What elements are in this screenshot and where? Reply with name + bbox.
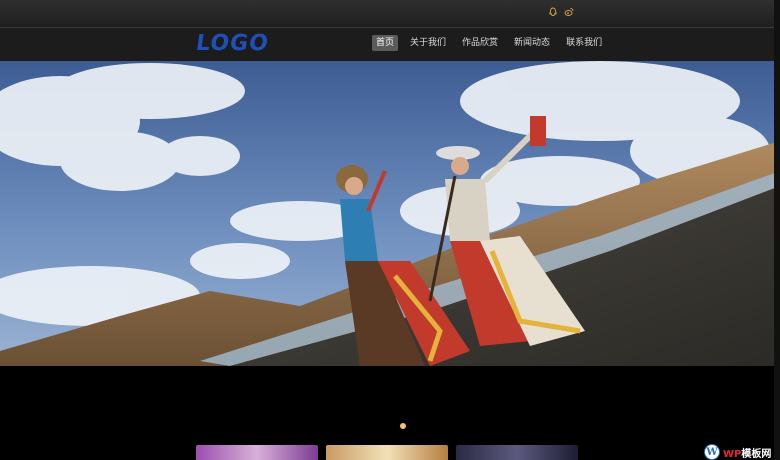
main-navbar: LOGO 首页 关于我们 作品欣赏 新闻动态 联系我们 (0, 27, 780, 62)
wp-badge-suffix: 模板网 (741, 448, 772, 460)
thumbnail-1[interactable] (196, 445, 318, 460)
works-thumbnails (196, 445, 578, 460)
wordpress-icon: W (704, 444, 720, 460)
nav-item-about[interactable]: 关于我们 (406, 35, 450, 51)
nav-item-news[interactable]: 新闻动态 (510, 35, 554, 51)
thumbnail-2[interactable] (326, 445, 448, 460)
nav-item-contact[interactable]: 联系我们 (562, 35, 606, 51)
nav-item-home[interactable]: 首页 (372, 35, 399, 51)
weibo-icon[interactable] (564, 7, 574, 17)
wp-badge-prefix: WP (723, 448, 742, 460)
wp-template-badge[interactable]: W WP模板网 (704, 444, 771, 460)
social-icons (548, 7, 574, 17)
hero-banner-image[interactable] (0, 61, 780, 366)
thumbnail-3[interactable] (456, 445, 578, 460)
nav-item-works[interactable]: 作品欣赏 (458, 35, 502, 51)
wp-badge-text: WP模板网 (723, 445, 771, 460)
slider-dot-active[interactable] (400, 423, 406, 429)
page-scrollbar[interactable] (774, 0, 780, 460)
qq-icon[interactable] (548, 7, 558, 17)
site-logo[interactable]: LOGO (194, 31, 270, 56)
top-utility-bar (0, 0, 780, 27)
hero-photo (0, 61, 780, 366)
main-nav: 首页 关于我们 作品欣赏 新闻动态 联系我们 (372, 35, 606, 51)
